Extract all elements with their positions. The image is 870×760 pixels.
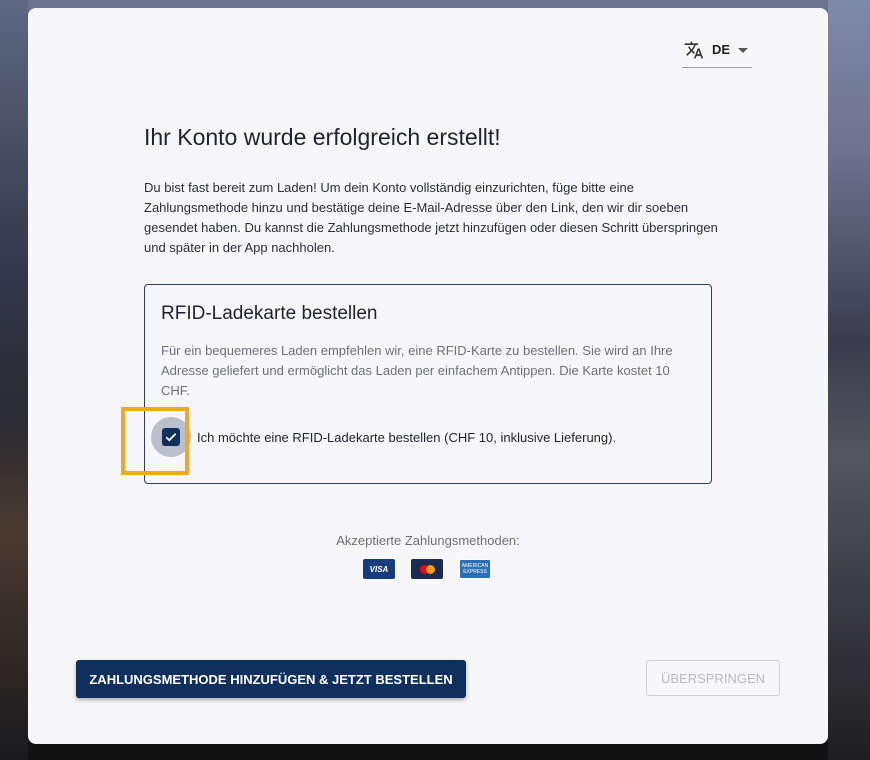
rfid-card-section: RFID-Ladekarte bestellen Für ein bequeme… (144, 284, 712, 484)
payment-methods: VISA AMERICAN EXPRESS (363, 559, 491, 579)
background-photo-right (828, 0, 870, 760)
rfid-description: Für ein bequemeres Laden empfehlen wir, … (161, 343, 673, 398)
add-payment-and-order-button[interactable]: ZAHLUNGSMETHODE HINZUFÜGEN & JETZT BESTE… (76, 660, 466, 698)
chevron-down-icon (738, 48, 749, 53)
rfid-heading: RFID-Ladekarte bestellen (161, 303, 378, 324)
rfid-order-label[interactable]: Ich möchte eine RFID-Ladekarte bestellen… (197, 430, 616, 445)
visa-icon: VISA (363, 559, 395, 579)
accepted-payments-label: Akzeptierte Zahlungsmethoden: (336, 533, 520, 548)
focus-highlight-box (121, 407, 189, 475)
translate-icon (684, 41, 704, 59)
page-title: Ihr Konto wurde erfolgreich erstellt! (144, 124, 501, 150)
amex-icon: AMERICAN EXPRESS (459, 559, 491, 579)
background-photo-left (0, 0, 28, 760)
rfid-order-option[interactable]: Ich möchte eine RFID-Ladekarte bestellen… (151, 417, 616, 457)
language-selector[interactable]: DE (682, 40, 752, 68)
intro-text: Du bist fast bereit zum Laden! Um dein K… (144, 180, 718, 255)
mastercard-icon (411, 559, 443, 579)
skip-button[interactable]: ÜBERSPRINGEN (646, 660, 780, 696)
onboarding-card: DE Ihr Konto wurde erfolgreich erstellt!… (28, 8, 828, 744)
language-code: DE (712, 42, 731, 57)
